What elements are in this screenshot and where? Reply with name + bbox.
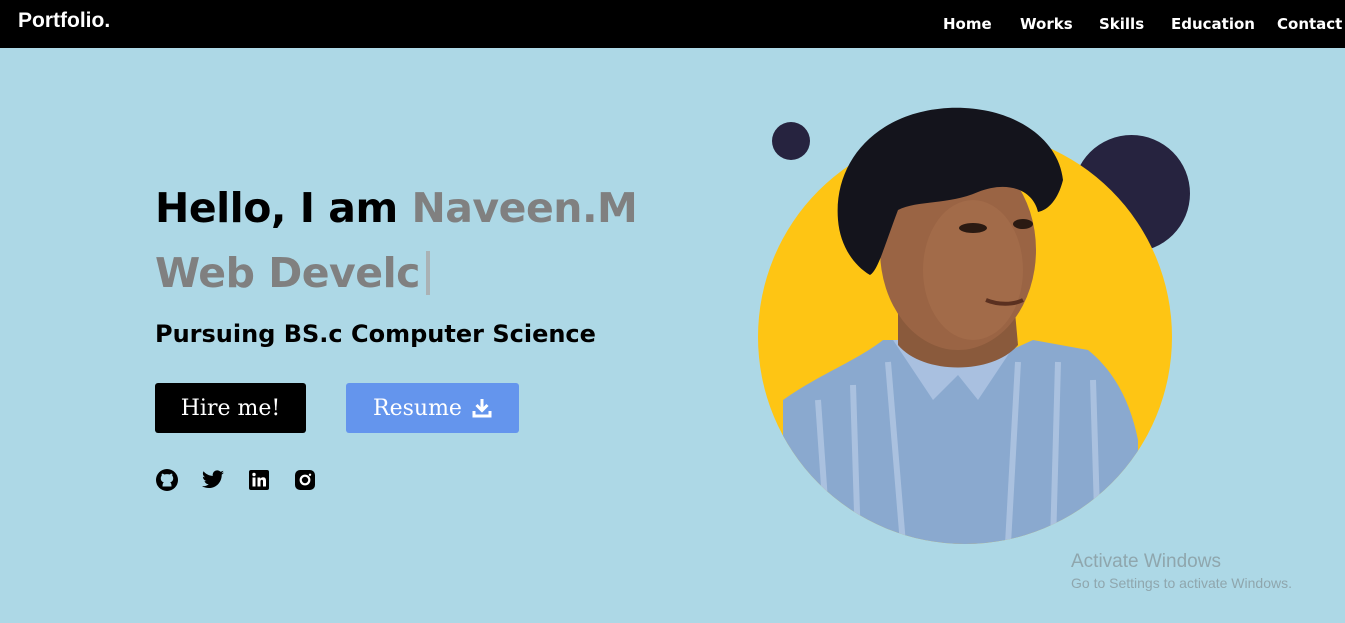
nav-skills[interactable]: Skills — [1099, 15, 1144, 33]
hire-me-button[interactable]: Hire me! — [155, 383, 306, 433]
typed-role-text: Web Develc — [155, 249, 420, 297]
hire-me-label: Hire me! — [180, 395, 281, 421]
watermark-subtitle: Go to Settings to activate Windows. — [1071, 575, 1292, 591]
hero-greeting: Hello, I am Naveen.M — [155, 184, 638, 232]
resume-label: Resume — [373, 395, 462, 421]
github-icon[interactable] — [155, 468, 179, 492]
instagram-icon[interactable] — [293, 468, 317, 492]
twitter-icon[interactable] — [201, 468, 225, 492]
linkedin-icon[interactable] — [247, 468, 271, 492]
nav-contact[interactable]: Contact — [1277, 15, 1342, 33]
navbar: Portfolio. Home Works Skills Education C… — [0, 0, 1345, 48]
logo[interactable]: Portfolio. — [18, 9, 110, 33]
profile-photo — [783, 107, 1138, 544]
greeting-prefix: Hello, I am — [155, 184, 412, 232]
download-icon — [472, 399, 492, 418]
watermark-title: Activate Windows — [1071, 551, 1221, 572]
nav-education[interactable]: Education — [1171, 15, 1255, 33]
windows-activation-watermark: Activate Windows Go to Settings to activ… — [1071, 551, 1292, 591]
nav-works[interactable]: Works — [1020, 15, 1073, 33]
resume-button[interactable]: Resume — [346, 383, 519, 433]
hero-name: Naveen.M — [411, 184, 638, 232]
typing-cursor — [425, 251, 430, 295]
social-links — [155, 468, 317, 492]
typed-role: Web Develc — [155, 249, 430, 297]
nav-home[interactable]: Home — [943, 15, 992, 33]
hero-subtitle: Pursuing BS.c Computer Science — [155, 320, 596, 348]
